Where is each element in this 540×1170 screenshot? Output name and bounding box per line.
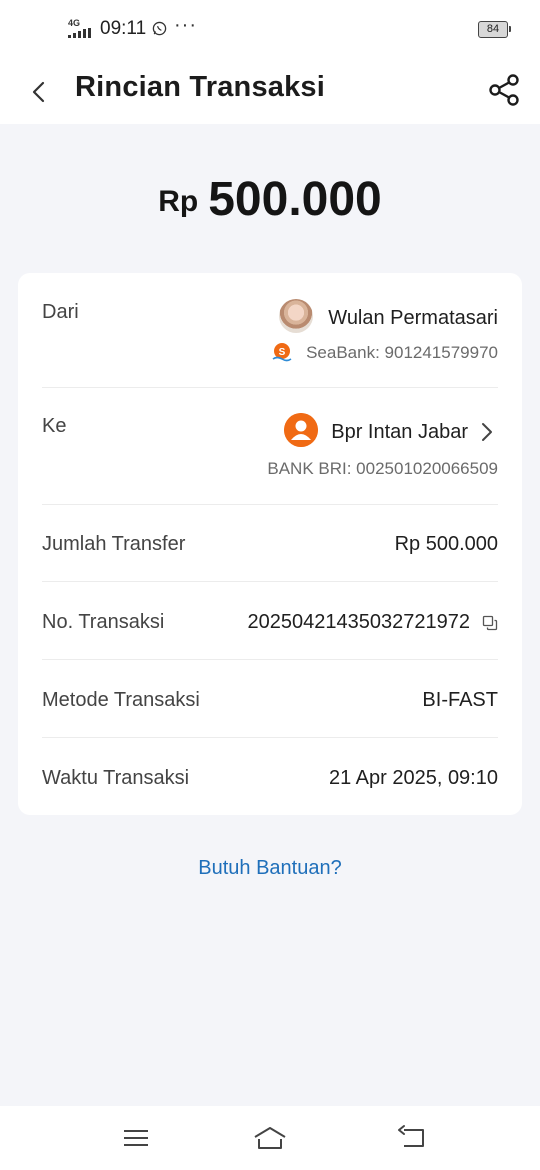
amount-value: 500.000 — [208, 173, 382, 226]
sender-name: Wulan Permatasari — [328, 307, 498, 329]
app-header: Rincian Transaksi — [0, 60, 540, 124]
transaction-details-card: Dari Wulan Permatasari S SeaBank: 901241… — [18, 273, 522, 815]
back-nav-icon[interactable] — [395, 1124, 429, 1152]
whatsapp-icon — [152, 21, 167, 36]
help-link[interactable]: Butuh Bantuan? — [0, 857, 540, 880]
divider — [42, 387, 498, 388]
time-value: 21 Apr 2025, 09:10 — [328, 767, 498, 789]
to-label: Ke — [42, 415, 67, 437]
divider — [42, 737, 498, 738]
status-bar: 4G 09:11 ··· 84 — [0, 0, 540, 60]
transaction-amount: Rp 500.000 — [0, 172, 540, 227]
battery-level: 84 — [486, 23, 500, 35]
transaction-no-value: 20250421435032721972 — [247, 611, 470, 633]
method-row: Metode Transaksi BI-FAST — [42, 689, 498, 715]
divider — [42, 659, 498, 660]
method-label: Metode Transaksi — [42, 689, 200, 711]
transaction-no-row: No. Transaksi 20250421435032721972 — [42, 611, 498, 637]
status-time: 09:11 — [100, 18, 147, 39]
menu-icon[interactable] — [119, 1124, 153, 1152]
system-nav-bar — [0, 1106, 540, 1170]
svg-text:S: S — [279, 347, 286, 358]
more-notifications-icon: ··· — [174, 14, 197, 36]
transfer-amount-value: Rp 500.000 — [394, 533, 498, 555]
back-arrow-icon[interactable] — [22, 72, 58, 112]
to-row[interactable]: Ke Bpr Intan Jabar BANK BRI: 00250102006… — [42, 413, 498, 483]
transfer-amount-row: Jumlah Transfer Rp 500.000 — [42, 533, 498, 559]
transaction-no-label: No. Transaksi — [42, 611, 165, 633]
page-title: Rincian Transaksi — [75, 71, 326, 103]
from-label: Dari — [42, 301, 79, 323]
recipient-name: Bpr Intan Jabar — [331, 421, 468, 443]
divider — [42, 504, 498, 505]
divider — [42, 581, 498, 582]
time-row: Waktu Transaksi 21 Apr 2025, 09:10 — [42, 767, 498, 793]
method-value: BI-FAST — [422, 689, 498, 711]
network-type: 4G — [68, 18, 81, 28]
recipient-account: BANK BRI: 002501020066509 — [267, 459, 498, 478]
transfer-amount-label: Jumlah Transfer — [42, 533, 186, 555]
chevron-right-icon[interactable] — [480, 421, 494, 443]
sender-avatar — [279, 299, 313, 333]
sender-account: SeaBank: 901241579970 — [306, 343, 498, 362]
copy-icon[interactable] — [482, 615, 498, 631]
from-row: Dari Wulan Permatasari S SeaBank: 901241… — [42, 299, 498, 369]
signal-icon — [68, 28, 91, 38]
time-label: Waktu Transaksi — [42, 767, 190, 789]
seabank-icon: S — [272, 343, 292, 362]
amount-currency: Rp — [158, 185, 199, 218]
home-icon[interactable] — [253, 1124, 287, 1152]
share-icon[interactable] — [484, 70, 524, 110]
battery-icon: 84 — [478, 21, 511, 38]
recipient-avatar-icon — [284, 413, 318, 447]
